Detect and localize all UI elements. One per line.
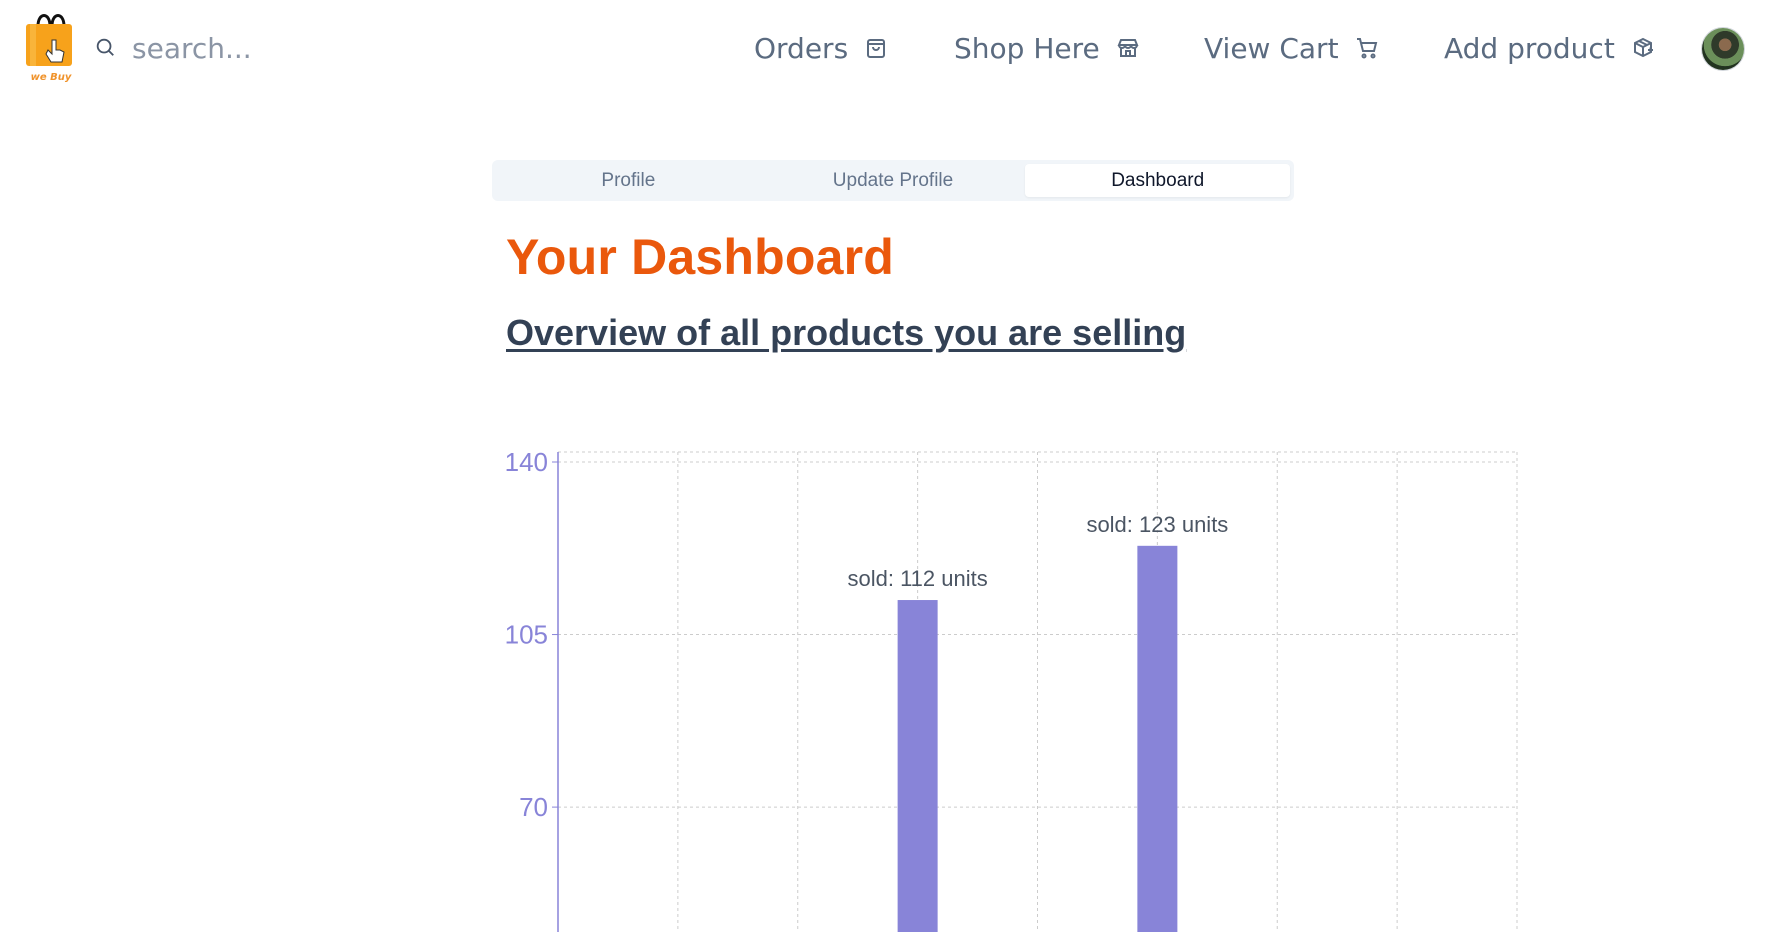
bar bbox=[897, 600, 938, 932]
bar-data-label: sold: 112 units bbox=[848, 566, 988, 591]
tab-update-profile[interactable]: Update Profile bbox=[761, 164, 1026, 197]
tab-dashboard[interactable]: Dashboard bbox=[1025, 164, 1291, 197]
we-buy-logo[interactable]: we Buy bbox=[24, 10, 78, 86]
search-input[interactable] bbox=[132, 26, 392, 70]
shopping-bag-icon bbox=[867, 39, 886, 58]
package-plus-icon bbox=[1633, 37, 1653, 58]
tab-profile[interactable]: Profile bbox=[496, 164, 761, 197]
profile-tabs: Profile Update Profile Dashboard bbox=[492, 160, 1294, 201]
store-icon bbox=[1117, 39, 1139, 57]
nav-shop-here[interactable]: Shop Here bbox=[954, 26, 1140, 70]
y-tick-label: 105 bbox=[505, 620, 548, 650]
y-tick-label: 70 bbox=[519, 792, 548, 822]
bar-data-label: sold: 123 units bbox=[1086, 512, 1228, 537]
shopping-cart-icon bbox=[1356, 38, 1377, 59]
shopping-bag-logo-icon bbox=[26, 14, 72, 66]
nav-orders[interactable]: Orders bbox=[754, 26, 888, 70]
nav-view-cart-label: View Cart bbox=[1204, 31, 1339, 65]
nav-add-product[interactable]: Add product bbox=[1444, 26, 1655, 70]
navbar: we Buy Orders Shop Here View Cart Ad bbox=[0, 0, 1786, 96]
bar bbox=[1137, 545, 1178, 932]
bar-chart: 70 105 140 sold: 112 units sold: 123 units bbox=[505, 447, 1518, 932]
search-icon bbox=[96, 38, 114, 56]
logo-text: we Buy bbox=[30, 72, 72, 83]
avatar[interactable] bbox=[1702, 28, 1744, 70]
page-subtitle: Overview of all products you are selling bbox=[506, 312, 1187, 353]
y-tick-label: 140 bbox=[505, 447, 548, 477]
page-title: Your Dashboard bbox=[506, 229, 895, 285]
products-sold-chart: 70 105 140 sold: 112 units sold: 123 units bbox=[490, 440, 1550, 932]
nav-shop-here-label: Shop Here bbox=[954, 31, 1100, 65]
nav-orders-label: Orders bbox=[754, 31, 849, 65]
nav-add-product-label: Add product bbox=[1444, 31, 1615, 65]
nav-view-cart[interactable]: View Cart bbox=[1204, 26, 1379, 70]
